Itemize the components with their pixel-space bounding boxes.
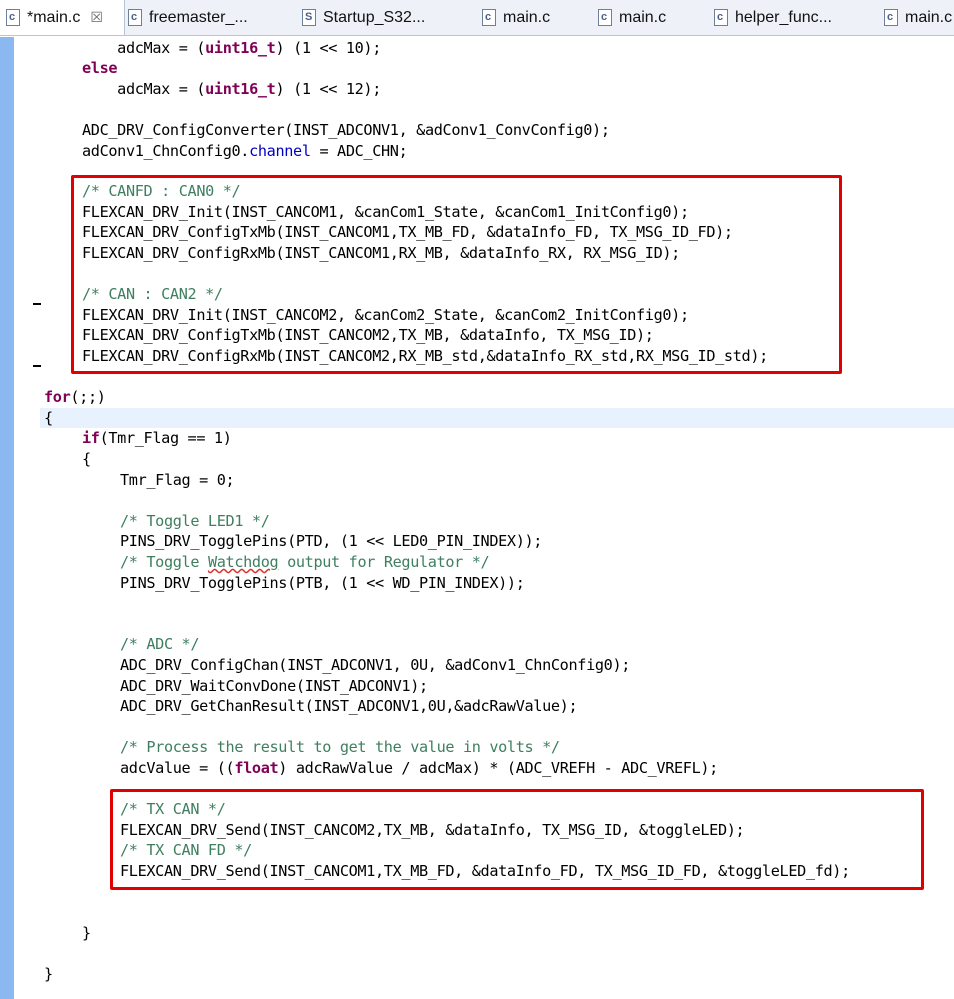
- code-line: {: [44, 409, 53, 427]
- code-comment: /* Toggle LED1 */: [120, 512, 270, 530]
- code-line: ADC_DRV_ConfigChan(INST_ADCONV1, 0U, &ad…: [120, 656, 631, 674]
- code-line: adcMax = (uint16_t) (1 << 12);: [82, 80, 382, 98]
- code-line: adConv1_ChnConfig0.channel = ADC_CHN;: [82, 142, 408, 160]
- highlight-box-can-send: [110, 789, 924, 890]
- c-file-icon: c: [128, 9, 142, 26]
- code-line: }: [44, 965, 53, 983]
- current-line-highlight: [40, 408, 954, 428]
- tab-label: main.c: [619, 8, 667, 26]
- tab-main-c-3[interactable]: c main.c: [598, 0, 688, 35]
- tab-main-c-4[interactable]: c main.c: [884, 0, 954, 35]
- code-line: adcMax = (uint16_t) (1 << 10);: [82, 39, 382, 57]
- code-comment: /* ADC */: [120, 635, 200, 653]
- code-line: ADC_DRV_GetChanResult(INST_ADCONV1,0U,&a…: [120, 697, 578, 715]
- close-icon[interactable]: ☒: [90, 9, 103, 26]
- code-line: if(Tmr_Flag == 1): [82, 429, 232, 447]
- change-marker: [33, 365, 41, 367]
- tab-label: main.c: [503, 8, 551, 26]
- code-line: {: [82, 450, 91, 468]
- tab-main-c-active[interactable]: c *main.c ☒: [0, 0, 125, 35]
- code-line: for(;;): [44, 388, 106, 406]
- editor-tab-bar: c *main.c ☒ c freemaster_... S Startup_S…: [0, 0, 954, 36]
- c-file-icon: c: [714, 9, 728, 26]
- tab-label: helper_func...: [735, 8, 832, 26]
- tab-label: main.c: [905, 8, 953, 26]
- tab-label: freemaster_...: [149, 8, 248, 26]
- highlight-box-can-init: [71, 175, 842, 374]
- tab-label: Startup_S32...: [323, 8, 426, 26]
- tab-freemaster[interactable]: c freemaster_...: [128, 0, 258, 35]
- code-line: PINS_DRV_TogglePins(PTD, (1 << LED0_PIN_…: [120, 532, 543, 550]
- code-line: else: [82, 59, 118, 77]
- code-line: adcValue = ((float) adcRawValue / adcMax…: [120, 759, 718, 777]
- change-marker: [33, 303, 41, 305]
- c-file-icon: c: [598, 9, 612, 26]
- c-file-icon: c: [6, 9, 20, 26]
- code-line: Tmr_Flag = 0;: [120, 471, 235, 489]
- tab-helper-func[interactable]: c helper_func...: [714, 0, 854, 35]
- code-comment: /* Process the result to get the value i…: [120, 738, 560, 756]
- code-line: ADC_DRV_ConfigConverter(INST_ADCONV1, &a…: [82, 121, 610, 139]
- code-line: PINS_DRV_TogglePins(PTB, (1 << WD_PIN_IN…: [120, 574, 525, 592]
- tab-main-c-2[interactable]: c main.c: [482, 0, 572, 35]
- code-line: }: [82, 924, 91, 942]
- s-file-icon: S: [302, 9, 316, 26]
- tab-startup[interactable]: S Startup_S32...: [302, 0, 442, 35]
- tab-label: *main.c: [27, 8, 81, 26]
- c-file-icon: c: [884, 9, 898, 26]
- code-line: ADC_DRV_WaitConvDone(INST_ADCONV1);: [120, 677, 428, 695]
- c-file-icon: c: [482, 9, 496, 26]
- code-comment: /* Toggle Watchdog output for Regulator …: [120, 553, 490, 571]
- line-gutter: [14, 37, 41, 999]
- overview-ruler[interactable]: [0, 37, 14, 999]
